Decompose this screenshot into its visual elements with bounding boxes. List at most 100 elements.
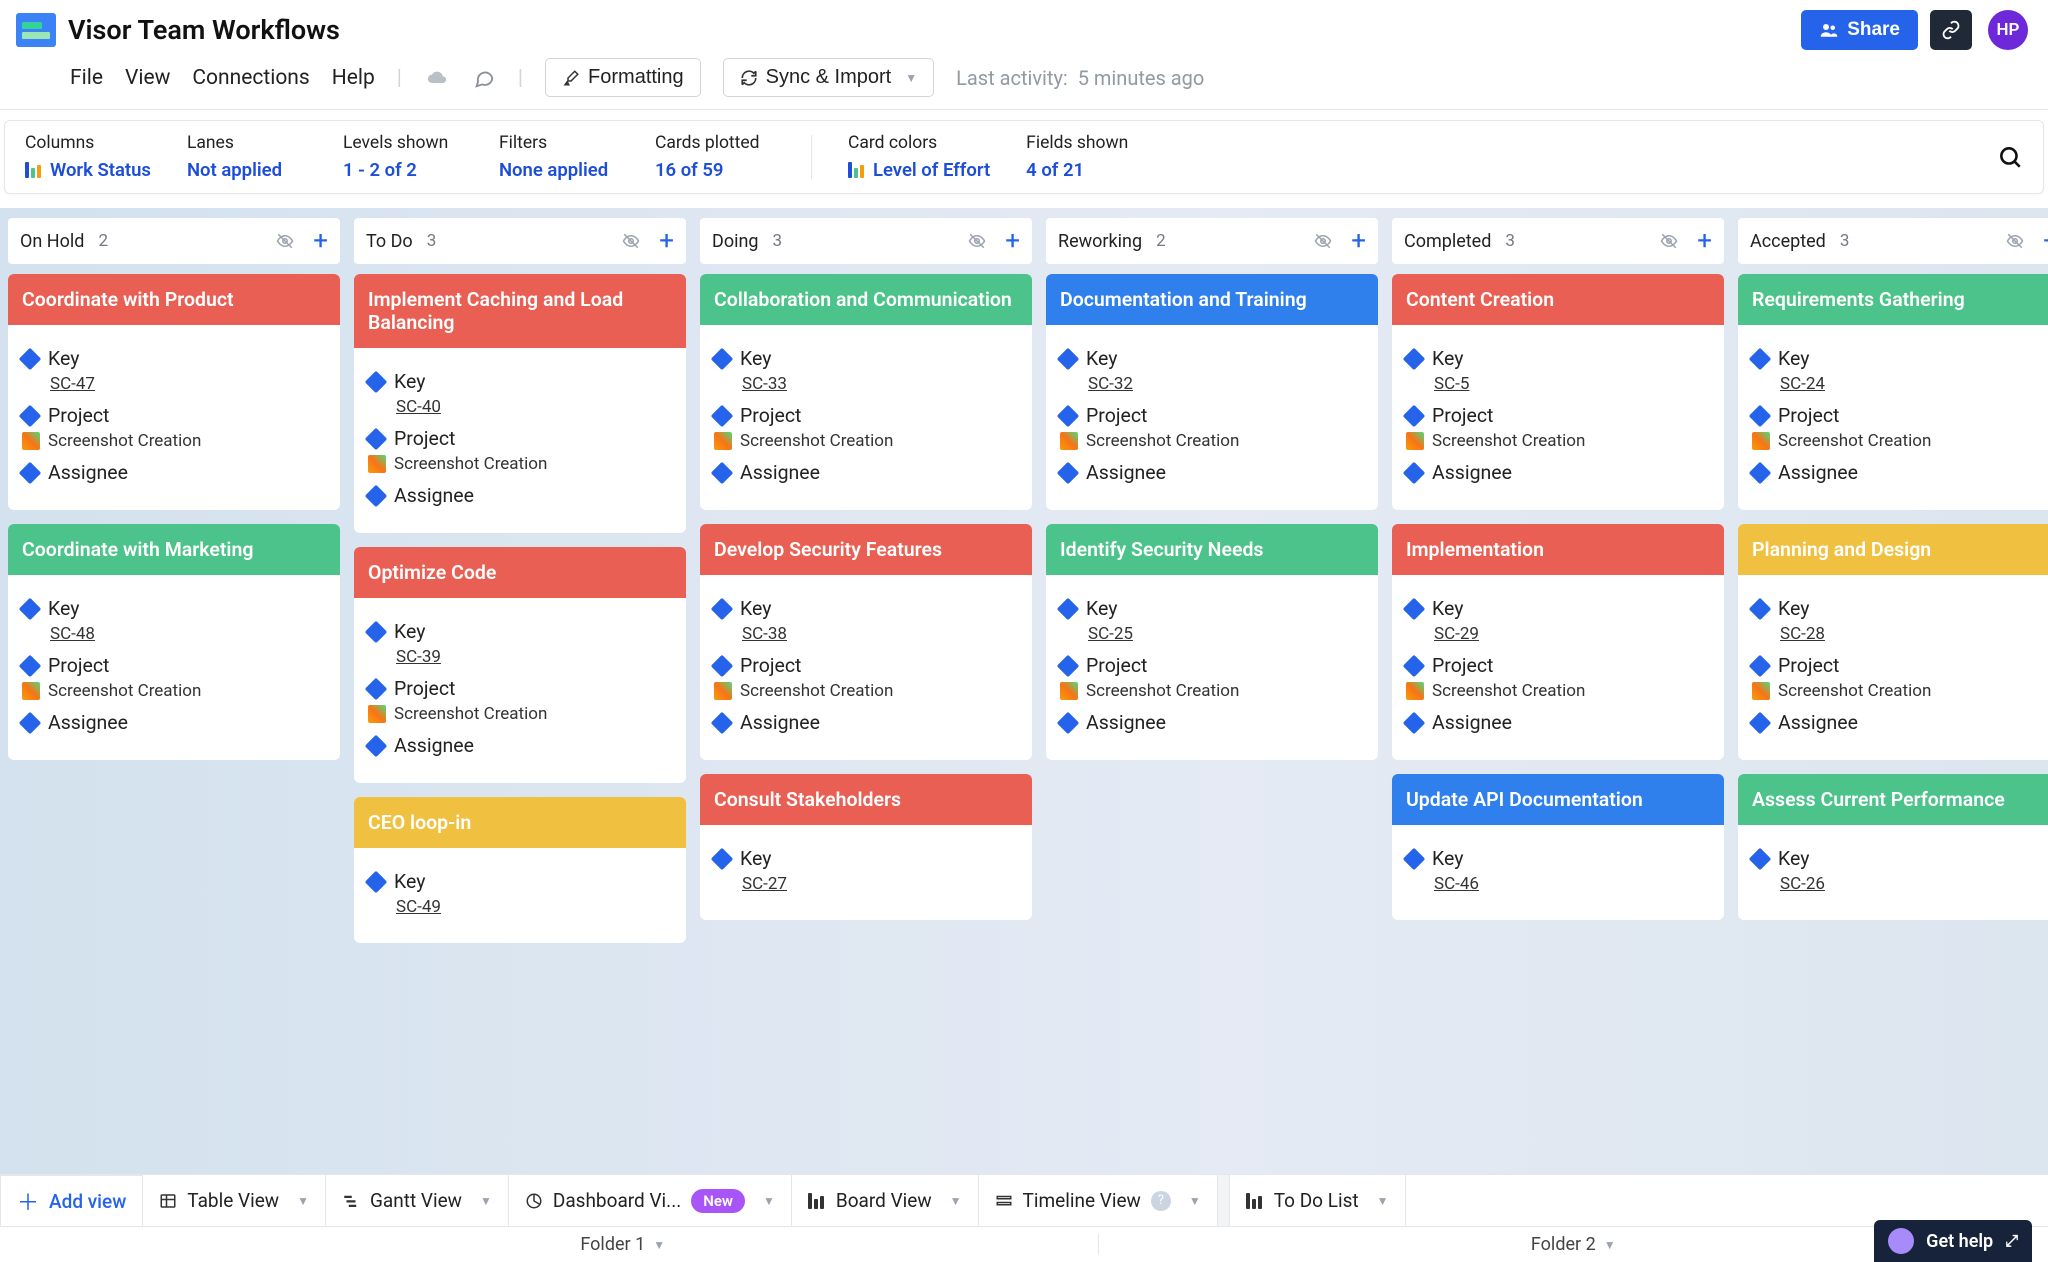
- board-settings-bar: Columns Work Status Lanes Not applied Le…: [4, 120, 2044, 194]
- menu-help[interactable]: Help: [332, 66, 375, 90]
- setting-card-colors[interactable]: Card colors Level of Effort: [848, 133, 990, 181]
- column-header[interactable]: Doing 3 +: [700, 218, 1032, 264]
- field-key-value[interactable]: SC-5: [1434, 374, 1710, 394]
- column-header[interactable]: Completed 3 +: [1392, 218, 1724, 264]
- field-key-value[interactable]: SC-24: [1780, 374, 2048, 394]
- field-project-value[interactable]: Screenshot Creation: [1752, 681, 2048, 701]
- field-project-value[interactable]: Screenshot Creation: [1060, 681, 1364, 701]
- menu-connections[interactable]: Connections: [192, 66, 309, 90]
- project-icon: [1406, 432, 1424, 450]
- setting-cards-plotted[interactable]: Cards plotted 16 of 59: [655, 133, 775, 181]
- sync-import-button[interactable]: Sync & Import ▼: [723, 58, 935, 97]
- field-key-value[interactable]: SC-48: [50, 624, 326, 644]
- field-project-value[interactable]: Screenshot Creation: [1406, 681, 1710, 701]
- hide-column-icon[interactable]: [275, 232, 295, 250]
- field-project-value[interactable]: Screenshot Creation: [714, 681, 1018, 701]
- workbook-title[interactable]: Visor Team Workflows: [68, 14, 340, 46]
- field-key-value[interactable]: SC-27: [742, 874, 1018, 894]
- folder-tab-1[interactable]: Folder 1▼: [148, 1234, 1099, 1255]
- field-key-value[interactable]: SC-38: [742, 624, 1018, 644]
- field-project-value[interactable]: Screenshot Creation: [22, 431, 326, 451]
- hide-column-icon[interactable]: [967, 232, 987, 250]
- field-project-label: Project: [1752, 404, 2048, 427]
- board-card[interactable]: Documentation and Training Key SC-32 Pro…: [1046, 274, 1378, 510]
- add-card-button[interactable]: +: [659, 226, 674, 256]
- field-project-label: Project: [1752, 654, 2048, 677]
- field-key-value[interactable]: SC-33: [742, 374, 1018, 394]
- board-card[interactable]: Assess Current Performance Key SC-26: [1738, 774, 2048, 920]
- board-card[interactable]: Coordinate with Marketing Key SC-48 Proj…: [8, 524, 340, 760]
- field-key-value[interactable]: SC-29: [1434, 624, 1710, 644]
- field-project-value[interactable]: Screenshot Creation: [1060, 431, 1364, 451]
- board-card[interactable]: Coordinate with Product Key SC-47 Projec…: [8, 274, 340, 510]
- field-project-value[interactable]: Screenshot Creation: [22, 681, 326, 701]
- board-card[interactable]: CEO loop-in Key SC-49: [354, 797, 686, 943]
- setting-filters[interactable]: Filters None applied: [499, 133, 619, 181]
- diamond-icon: [365, 484, 388, 507]
- board-card[interactable]: Implementation Key SC-29 Project Screens…: [1392, 524, 1724, 760]
- field-key-value[interactable]: SC-39: [396, 647, 672, 667]
- get-help-button[interactable]: Get help ⤢: [1874, 1220, 2032, 1262]
- board-card[interactable]: Develop Security Features Key SC-38 Proj…: [700, 524, 1032, 760]
- view-tab-timeline[interactable]: Timeline View ? ▼: [979, 1175, 1218, 1226]
- setting-lanes[interactable]: Lanes Not applied: [187, 133, 307, 181]
- share-button[interactable]: Share: [1801, 10, 1918, 50]
- project-icon: [1752, 432, 1770, 450]
- board-card[interactable]: Identify Security Needs Key SC-25 Projec…: [1046, 524, 1378, 760]
- hide-column-icon[interactable]: [1313, 232, 1333, 250]
- board-card[interactable]: Implement Caching and Load Balancing Key…: [354, 274, 686, 533]
- add-card-button[interactable]: +: [1351, 226, 1366, 256]
- field-project-value[interactable]: Screenshot Creation: [714, 431, 1018, 451]
- column-header[interactable]: Accepted 3 +: [1738, 218, 2048, 264]
- user-avatar[interactable]: HP: [1988, 10, 2028, 50]
- view-tab-gantt[interactable]: Gantt View▼: [326, 1175, 509, 1226]
- hide-column-icon[interactable]: [2005, 232, 2025, 250]
- board-card[interactable]: Update API Documentation Key SC-46: [1392, 774, 1724, 920]
- formatting-button[interactable]: Formatting: [545, 58, 701, 97]
- column-header[interactable]: Reworking 2 +: [1046, 218, 1378, 264]
- setting-columns[interactable]: Columns Work Status: [25, 133, 151, 181]
- field-project-value[interactable]: Screenshot Creation: [1406, 431, 1710, 451]
- field-key-value[interactable]: SC-28: [1780, 624, 2048, 644]
- field-assignee-label: Assignee: [1060, 711, 1364, 734]
- column-header[interactable]: On Hold 2 +: [8, 218, 340, 264]
- diamond-icon: [1749, 654, 1772, 677]
- add-card-button[interactable]: +: [313, 226, 328, 256]
- setting-fields-shown[interactable]: Fields shown 4 of 21: [1026, 133, 1146, 181]
- comments-icon[interactable]: [472, 67, 496, 89]
- view-tab-dashboard[interactable]: Dashboard Vi... New ▼: [509, 1175, 792, 1226]
- field-key-value[interactable]: SC-32: [1088, 374, 1364, 394]
- sync-icon: [740, 69, 758, 87]
- field-key-value[interactable]: SC-25: [1088, 624, 1364, 644]
- cloud-sync-icon[interactable]: [424, 68, 450, 88]
- menu-view[interactable]: View: [125, 66, 170, 90]
- setting-levels[interactable]: Levels shown 1 - 2 of 2: [343, 133, 463, 181]
- view-tab-todo[interactable]: To Do List▼: [1230, 1175, 1406, 1226]
- add-card-button[interactable]: +: [1697, 226, 1712, 256]
- field-key-value[interactable]: SC-47: [50, 374, 326, 394]
- search-button[interactable]: [1997, 144, 2023, 170]
- copy-link-button[interactable]: [1930, 10, 1972, 50]
- field-key-value[interactable]: SC-40: [396, 397, 672, 417]
- field-project-value[interactable]: Screenshot Creation: [1752, 431, 2048, 451]
- menu-file[interactable]: File: [70, 66, 103, 90]
- board-card[interactable]: Planning and Design Key SC-28 Project Sc…: [1738, 524, 2048, 760]
- field-key-value[interactable]: SC-46: [1434, 874, 1710, 894]
- board-card[interactable]: Content Creation Key SC-5 Project Screen…: [1392, 274, 1724, 510]
- board-card[interactable]: Collaboration and Communication Key SC-3…: [700, 274, 1032, 510]
- board-card[interactable]: Requirements Gathering Key SC-24 Project…: [1738, 274, 2048, 510]
- add-card-button[interactable]: +: [2043, 226, 2048, 256]
- hide-column-icon[interactable]: [621, 232, 641, 250]
- board-card[interactable]: Optimize Code Key SC-39 Project Screensh…: [354, 547, 686, 783]
- column-header[interactable]: To Do 3 +: [354, 218, 686, 264]
- field-project-value[interactable]: Screenshot Creation: [368, 454, 672, 474]
- add-view-button[interactable]: ＋ Add view: [0, 1175, 143, 1226]
- view-tab-board[interactable]: Board View▼: [792, 1175, 979, 1226]
- field-project-value[interactable]: Screenshot Creation: [368, 704, 672, 724]
- field-key-value[interactable]: SC-26: [1780, 874, 2048, 894]
- board-card[interactable]: Consult Stakeholders Key SC-27: [700, 774, 1032, 920]
- add-card-button[interactable]: +: [1005, 226, 1020, 256]
- hide-column-icon[interactable]: [1659, 232, 1679, 250]
- view-tab-table[interactable]: Table View▼: [143, 1175, 326, 1226]
- field-key-value[interactable]: SC-49: [396, 897, 672, 917]
